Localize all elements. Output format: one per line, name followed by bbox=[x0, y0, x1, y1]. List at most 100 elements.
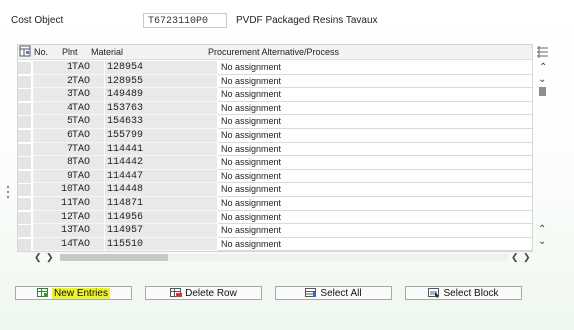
row-selector[interactable] bbox=[18, 89, 32, 102]
scroll-up-bottom-icon[interactable]: ⌃ bbox=[538, 224, 546, 235]
table-row[interactable]: 1 TAO 128954 No assignment bbox=[18, 61, 532, 75]
new-entries-button[interactable]: New Entries bbox=[15, 286, 132, 300]
material-cell: 154633 bbox=[105, 115, 217, 129]
procurement-cell[interactable]: No assignment bbox=[218, 210, 532, 225]
material-cell: 128955 bbox=[105, 74, 217, 89]
select-all-icon bbox=[305, 288, 317, 298]
table-row[interactable]: 12 TAO 114956 No assignment bbox=[18, 210, 532, 225]
row-selector[interactable] bbox=[18, 157, 32, 170]
scroll-left-end-icon[interactable]: ❮ bbox=[511, 252, 519, 263]
plant-cell: TAO bbox=[72, 61, 104, 75]
column-settings-icon[interactable] bbox=[537, 46, 548, 58]
delete-row-icon bbox=[170, 288, 183, 298]
procurement-cell[interactable]: No assignment bbox=[218, 156, 532, 170]
row-number-cell: 7 bbox=[33, 142, 73, 157]
row-selector[interactable] bbox=[18, 62, 32, 74]
horizontal-scroll-track[interactable] bbox=[168, 254, 508, 261]
table-row[interactable]: 11 TAO 114871 No assignment bbox=[18, 197, 532, 211]
procurement-cell[interactable]: No assignment bbox=[218, 74, 532, 89]
scroll-right-end-icon[interactable]: ❯ bbox=[523, 252, 531, 263]
plant-cell: TAO bbox=[72, 88, 104, 102]
table-row[interactable]: 3 TAO 149489 No assignment bbox=[18, 88, 532, 102]
row-selector[interactable] bbox=[18, 198, 32, 210]
horizontal-scroll-thumb[interactable] bbox=[60, 254, 168, 261]
select-block-label: Select Block bbox=[443, 287, 499, 299]
scroll-down-icon[interactable]: ⌄ bbox=[538, 74, 546, 85]
plant-cell: TAO bbox=[72, 115, 104, 129]
procurement-cell[interactable]: No assignment bbox=[218, 88, 532, 102]
table-row[interactable]: 5 TAO 154633 No assignment bbox=[18, 115, 532, 129]
row-selector[interactable] bbox=[18, 102, 32, 115]
row-selector[interactable] bbox=[18, 116, 32, 129]
table-row[interactable]: 13 TAO 114957 No assignment bbox=[18, 224, 532, 238]
procurement-cell[interactable]: No assignment bbox=[218, 101, 532, 116]
row-number-cell: 4 bbox=[33, 101, 73, 116]
assignment-table: No. Plnt Material Procurement Alternativ… bbox=[17, 44, 533, 252]
procurement-cell[interactable]: No assignment bbox=[218, 142, 532, 157]
cost-object-field[interactable]: T6723110P0 bbox=[143, 13, 227, 28]
procurement-cell[interactable]: No assignment bbox=[218, 197, 532, 211]
procurement-cell[interactable]: No assignment bbox=[218, 224, 532, 238]
table-row[interactable]: 6 TAO 155799 No assignment bbox=[18, 129, 532, 143]
procurement-cell[interactable]: No assignment bbox=[218, 115, 532, 129]
row-selector[interactable] bbox=[18, 143, 32, 156]
scroll-up-icon[interactable]: ⌃ bbox=[539, 62, 547, 73]
material-cell: 155799 bbox=[105, 129, 217, 143]
row-selector[interactable] bbox=[18, 170, 32, 183]
select-block-button[interactable]: Select Block bbox=[405, 286, 522, 300]
row-selector[interactable] bbox=[18, 225, 32, 238]
scroll-left-icon[interactable]: ❮ bbox=[34, 252, 42, 263]
row-selector[interactable] bbox=[18, 75, 32, 88]
plant-cell: TAO bbox=[72, 183, 104, 197]
splitter-handle[interactable] bbox=[6, 186, 10, 204]
row-number-cell: 3 bbox=[33, 88, 73, 102]
scroll-right-icon[interactable]: ❯ bbox=[46, 252, 54, 263]
procurement-cell[interactable]: No assignment bbox=[218, 61, 532, 75]
col-header-material[interactable]: Material bbox=[91, 46, 123, 58]
table-row[interactable]: 8 TAO 114442 No assignment bbox=[18, 156, 532, 170]
table-row[interactable]: 9 TAO 114447 No assignment bbox=[18, 169, 532, 184]
table-row[interactable]: 14 TAO 115510 No assignment bbox=[18, 237, 532, 252]
material-cell: 149489 bbox=[105, 88, 217, 102]
material-cell: 114442 bbox=[105, 156, 217, 170]
select-all-button[interactable]: Select All bbox=[275, 286, 392, 300]
horizontal-scrollbar[interactable]: ❮ ❯ ❮ ❯ bbox=[17, 252, 551, 263]
row-number-cell: 1 bbox=[33, 61, 73, 75]
cost-object-description: PVDF Packaged Resins Tavaux bbox=[236, 15, 378, 26]
plant-cell: TAO bbox=[72, 197, 104, 211]
row-number-cell: 10 bbox=[33, 183, 73, 197]
select-all-label: Select All bbox=[320, 287, 362, 299]
plant-cell: TAO bbox=[72, 224, 104, 238]
delete-row-label: Delete Row bbox=[185, 287, 237, 299]
row-selector[interactable] bbox=[18, 184, 32, 197]
procurement-cell[interactable]: No assignment bbox=[218, 169, 532, 184]
col-header-plant[interactable]: Plnt bbox=[62, 46, 78, 58]
delete-row-button[interactable]: Delete Row bbox=[145, 286, 262, 300]
row-selector[interactable] bbox=[18, 238, 32, 251]
cost-object-label: Cost Object bbox=[11, 15, 64, 26]
col-header-no[interactable]: No. bbox=[34, 46, 48, 58]
table-row[interactable]: 10 TAO 114448 No assignment bbox=[18, 183, 532, 197]
new-entries-label: New Entries bbox=[52, 287, 110, 299]
vertical-scroll-thumb[interactable] bbox=[539, 87, 546, 96]
row-number-cell: 6 bbox=[33, 129, 73, 143]
table-row[interactable]: 4 TAO 153763 No assignment bbox=[18, 101, 532, 116]
table-config-icon[interactable] bbox=[19, 45, 31, 58]
row-number-cell: 9 bbox=[33, 169, 73, 184]
row-number-cell: 11 bbox=[33, 197, 73, 211]
material-cell: 114871 bbox=[105, 197, 217, 211]
table-row[interactable]: 2 TAO 128955 No assignment bbox=[18, 74, 532, 89]
procurement-cell[interactable]: No assignment bbox=[218, 183, 532, 197]
col-header-procurement[interactable]: Procurement Alternative/Process bbox=[208, 46, 339, 58]
scroll-down-bottom-icon[interactable]: ⌄ bbox=[538, 236, 546, 247]
material-cell: 114447 bbox=[105, 169, 217, 184]
procurement-cell[interactable]: No assignment bbox=[218, 129, 532, 143]
row-selector[interactable] bbox=[18, 130, 32, 142]
plant-cell: TAO bbox=[72, 101, 104, 116]
row-selector[interactable] bbox=[18, 211, 32, 224]
procurement-cell[interactable]: No assignment bbox=[218, 237, 532, 252]
row-number-cell: 14 bbox=[33, 237, 73, 252]
plant-cell: TAO bbox=[72, 210, 104, 225]
material-cell: 128954 bbox=[105, 61, 217, 75]
table-row[interactable]: 7 TAO 114441 No assignment bbox=[18, 142, 532, 157]
